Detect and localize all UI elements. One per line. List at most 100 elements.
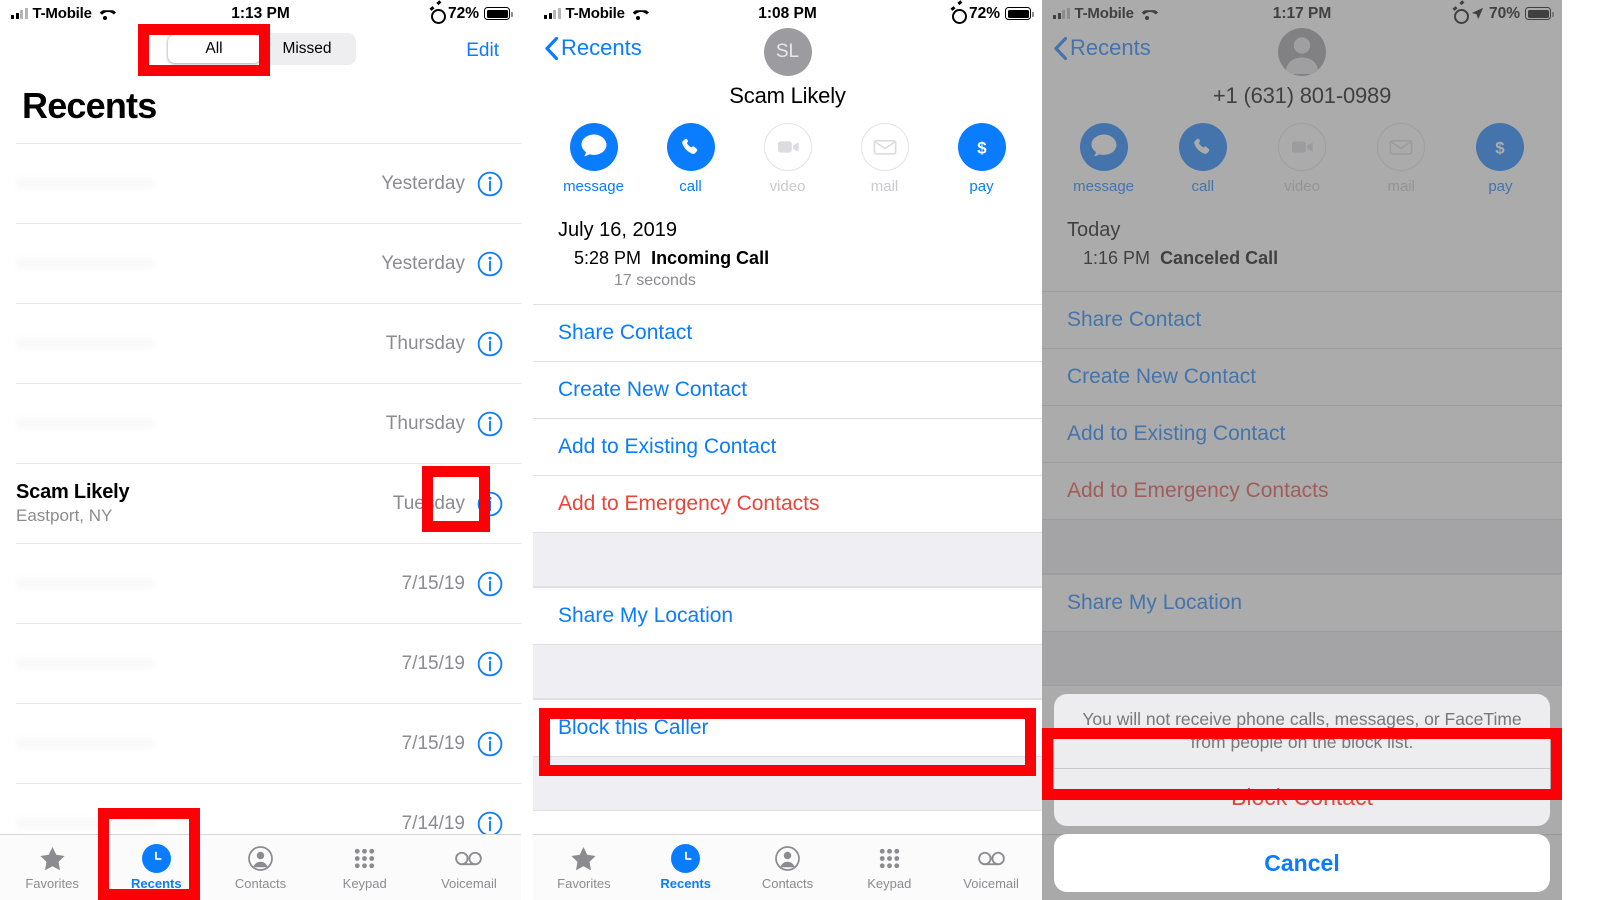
dollar-icon: $ bbox=[957, 123, 1006, 171]
tab-voicemail[interactable]: Voicemail bbox=[940, 844, 1042, 891]
info-icon bbox=[477, 331, 503, 356]
info-icon bbox=[477, 491, 503, 516]
redacted-caller-name bbox=[16, 658, 156, 669]
tab-favorites[interactable]: Favorites bbox=[0, 844, 104, 891]
status-right-1: 72% bbox=[430, 4, 513, 24]
option-share-contact[interactable]: Share Contact bbox=[533, 304, 1042, 361]
action-label: call bbox=[679, 178, 702, 195]
call-list-item[interactable]: Thursday bbox=[16, 303, 521, 383]
tab-recents[interactable]: Recents bbox=[635, 844, 737, 891]
keypad-icon bbox=[355, 848, 375, 869]
tab-label: Contacts bbox=[761, 876, 814, 891]
info-button[interactable] bbox=[477, 811, 503, 837]
redacted-caller-name bbox=[16, 338, 156, 349]
option-block-this-caller[interactable]: Block this Caller bbox=[533, 699, 1042, 756]
option-add-to-existing-contact[interactable]: Add to Existing Contact bbox=[533, 418, 1042, 475]
carrier-label: T-Mobile bbox=[32, 5, 92, 22]
info-button[interactable] bbox=[477, 651, 503, 677]
info-button[interactable] bbox=[477, 491, 503, 517]
panel-divider-1 bbox=[521, 0, 533, 900]
voicemail-icon bbox=[977, 851, 1005, 866]
avatar-initials: SL bbox=[775, 41, 800, 62]
call-log-time: 5:28 PM bbox=[574, 248, 642, 268]
tutorial-screenshot-strip: T-Mobile 1:13 PM 72% All Missed Edit Rec… bbox=[0, 0, 1600, 900]
call-caller-info: Scam Likely Eastport, NY bbox=[16, 481, 393, 526]
segment-all[interactable]: All bbox=[167, 35, 261, 63]
redacted-caller-name bbox=[16, 258, 156, 269]
tab-recents[interactable]: Recents bbox=[104, 844, 208, 891]
call-caller-info bbox=[16, 338, 386, 349]
status-bar-2: T-Mobile 1:08 PM 72% bbox=[533, 0, 1042, 27]
tab-keypad[interactable]: Keypad bbox=[838, 844, 940, 891]
info-button[interactable] bbox=[477, 731, 503, 757]
tab-keypad[interactable]: Keypad bbox=[313, 844, 417, 891]
info-button[interactable] bbox=[477, 331, 503, 357]
page-title: Recents bbox=[22, 85, 157, 126]
tab-bar-1[interactable]: Favorites Recents Contacts Keypad Voicemail bbox=[0, 834, 521, 900]
cancel-button[interactable]: Cancel bbox=[1054, 834, 1550, 892]
action-message[interactable]: message bbox=[545, 123, 642, 195]
tab-voicemail[interactable]: Voicemail bbox=[417, 844, 521, 891]
action-pay[interactable]: $ pay bbox=[933, 123, 1030, 195]
call-date: Thursday bbox=[385, 332, 465, 354]
tab-label: Keypad bbox=[342, 876, 387, 891]
status-left-1: T-Mobile bbox=[11, 5, 113, 22]
info-button[interactable] bbox=[477, 251, 503, 277]
call-list-item[interactable]: Yesterday bbox=[16, 143, 521, 223]
call-list-item[interactable]: 7/15/19 bbox=[16, 543, 521, 623]
call-list-item[interactable]: Yesterday bbox=[16, 223, 521, 303]
back-button-recents[interactable]: Recents bbox=[545, 35, 642, 61]
tab-label: Recents bbox=[660, 876, 711, 891]
battery-percent: 72% bbox=[447, 4, 479, 22]
call-date: 7/14/19 bbox=[401, 812, 465, 834]
call-list-item[interactable]: 7/15/19 bbox=[16, 623, 521, 703]
tab-label: Favorites bbox=[25, 876, 79, 891]
info-button[interactable] bbox=[477, 411, 503, 437]
video-icon bbox=[763, 123, 812, 171]
segmented-control-all-missed[interactable]: All Missed bbox=[165, 33, 356, 65]
option-share-my-location[interactable]: Share My Location bbox=[533, 587, 1042, 644]
tab-label: Voicemail bbox=[441, 876, 497, 891]
tab-label: Voicemail bbox=[963, 876, 1019, 891]
battery-icon bbox=[484, 7, 513, 20]
mail-icon bbox=[873, 139, 896, 155]
chevron-left-icon bbox=[545, 36, 558, 60]
call-list-item[interactable]: 7/15/19 bbox=[16, 703, 521, 783]
person-circle-icon bbox=[248, 846, 273, 871]
option-add-to-emergency-contacts[interactable]: Add to Emergency Contacts bbox=[533, 475, 1042, 532]
call-caller-info bbox=[16, 658, 402, 669]
call-date: 7/15/19 bbox=[401, 732, 465, 754]
avatar: SL bbox=[763, 28, 812, 76]
info-button[interactable] bbox=[477, 571, 503, 597]
call-list-item[interactable]: Thursday bbox=[16, 383, 521, 463]
star-icon bbox=[40, 847, 65, 871]
call-log-header: July 16, 2019 5:28 PM Incoming Call 17 s… bbox=[533, 217, 1042, 290]
nav-bar-2: Recents SL bbox=[533, 27, 1042, 76]
tab-contacts[interactable]: Contacts bbox=[737, 844, 839, 891]
call-caller-info bbox=[16, 738, 402, 749]
signal-bars-icon bbox=[544, 8, 561, 19]
tab-favorites[interactable]: Favorites bbox=[533, 844, 635, 891]
clock-icon bbox=[141, 844, 171, 873]
info-button[interactable] bbox=[477, 171, 503, 197]
option-create-new-contact[interactable]: Create New Contact bbox=[533, 361, 1042, 418]
person-circle-icon bbox=[775, 846, 800, 871]
clock-hands-icon bbox=[155, 851, 162, 860]
edit-button[interactable]: Edit bbox=[466, 40, 499, 62]
call-date: Yesterday bbox=[381, 172, 465, 194]
alarm-icon bbox=[951, 7, 967, 24]
action-label: message bbox=[563, 178, 624, 195]
svg-text:$: $ bbox=[977, 138, 987, 157]
call-caller-info bbox=[16, 178, 381, 189]
block-contact-button[interactable]: Block Contact bbox=[1054, 768, 1550, 826]
tab-contacts[interactable]: Contacts bbox=[208, 844, 312, 891]
redacted-caller-name bbox=[16, 178, 156, 189]
tab-bar-2[interactable]: Favorites Recents Contacts Keypad Voicemail bbox=[533, 834, 1042, 900]
back-label: Recents bbox=[561, 35, 642, 60]
call-log-date: July 16, 2019 bbox=[558, 219, 677, 241]
action-call[interactable]: call bbox=[642, 123, 739, 195]
segment-missed[interactable]: Missed bbox=[261, 35, 354, 63]
call-list-item[interactable]: Scam Likely Eastport, NY Tuesday bbox=[16, 463, 521, 543]
call-caller-info bbox=[16, 258, 381, 269]
status-right-2: 72% bbox=[951, 5, 1034, 24]
